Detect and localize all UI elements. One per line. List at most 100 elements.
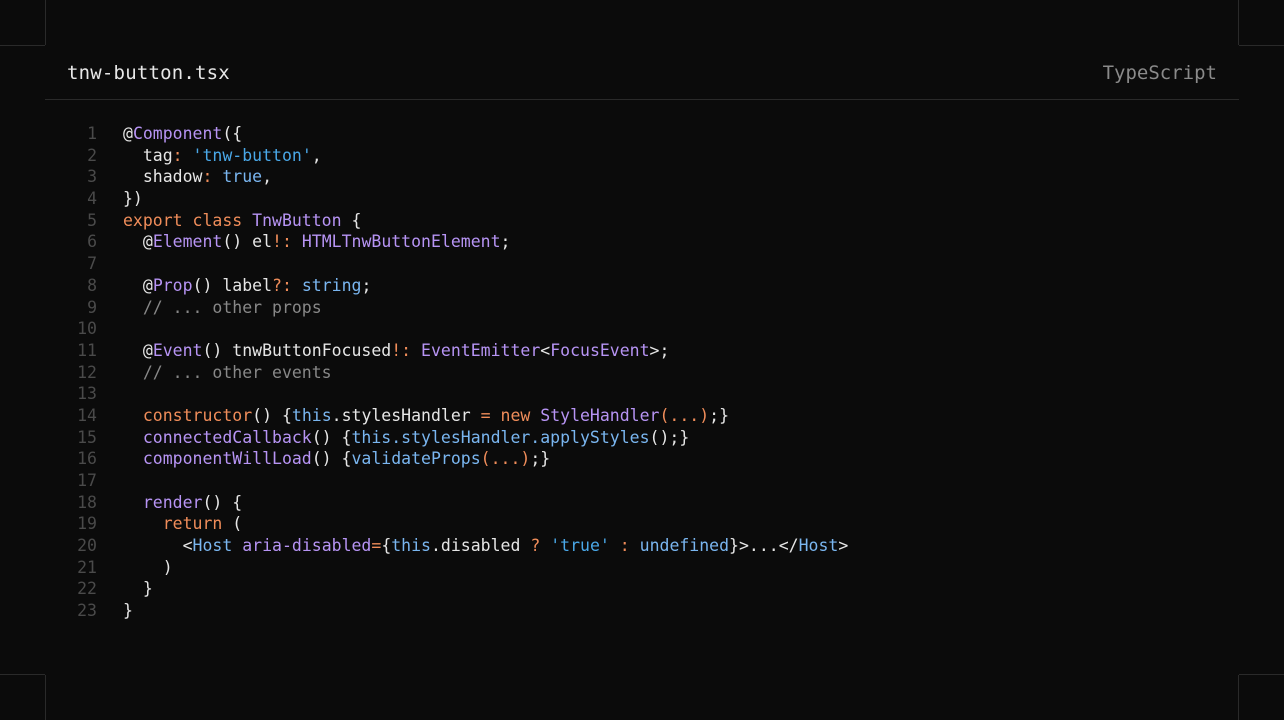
code-line: 18 render() { (45, 492, 1239, 514)
code-token: : (609, 536, 640, 556)
code-token: return (123, 514, 223, 534)
code-token: ( (222, 514, 243, 534)
code-token: componentWillLoad (123, 449, 312, 469)
code-token: Host (192, 536, 233, 556)
code-token: ;} (530, 449, 551, 469)
code-token: : (172, 145, 193, 165)
code-line: 2 tag: 'tnw-button', (45, 145, 1239, 167)
code-line: 14 constructor() {this.stylesHandler = n… (45, 405, 1239, 427)
line-text: } (123, 578, 153, 600)
code-token: ;} (709, 405, 730, 425)
code-line: 19 return ( (45, 513, 1239, 535)
code-token: ();} (649, 427, 690, 447)
code-token: () { (311, 427, 352, 447)
code-token: () { (202, 492, 243, 512)
code-token: // ... other events (123, 362, 332, 382)
line-number: 12 (77, 362, 97, 382)
code-token: , (311, 145, 322, 165)
code-token: tag (123, 145, 173, 165)
code-line: 3 shadow: true, (45, 166, 1239, 188)
line-text: constructor() {this.stylesHandler = new … (123, 405, 729, 427)
line-number: 16 (77, 449, 97, 469)
code-token: Host (798, 536, 839, 556)
line-number: 18 (77, 492, 97, 512)
line-number: 14 (77, 405, 97, 425)
line-number: 6 (87, 232, 97, 252)
line-text: // ... other props (123, 297, 322, 319)
code-token: Prop (152, 275, 193, 295)
code-line: 16 componentWillLoad() {validateProps(..… (45, 448, 1239, 470)
line-number: 5 (87, 210, 97, 230)
line-text: tag: 'tnw-button', (123, 145, 322, 167)
line-number: 23 (77, 601, 97, 621)
code-line: 1 @Component({ (45, 123, 1239, 145)
code-token: export class (123, 210, 253, 230)
code-token: () { (311, 449, 352, 469)
code-token: = new (480, 405, 541, 425)
code-body[interactable]: 1 @Component({2 tag: 'tnw-button', 3 shado… (45, 123, 1239, 622)
code-token: < (123, 536, 193, 556)
line-text: // ... other events (123, 362, 332, 384)
line-number: 19 (77, 514, 97, 534)
code-token: { (341, 210, 362, 230)
line-number: 8 (87, 275, 97, 295)
code-token: }>...</ (729, 536, 799, 556)
line-number: 4 (87, 189, 97, 209)
code-token: @ (123, 275, 153, 295)
code-token: () tnwButtonFocused (202, 340, 392, 360)
code-token: = (371, 536, 382, 556)
line-number: 13 (77, 384, 97, 404)
code-token: this (291, 405, 332, 425)
line-number: 7 (87, 254, 97, 274)
code-token: ({ (222, 124, 243, 143)
line-text: export class TnwButton { (123, 210, 361, 232)
code-token: !: (391, 340, 422, 360)
code-token: this.stylesHandler.applyStyles (351, 427, 650, 447)
code-line: 20 <Host aria-disabled={this.disabled ? … (45, 535, 1239, 557)
line-text: } (123, 600, 133, 622)
code-token: StyleHandler (540, 405, 660, 425)
code-token: () label (192, 275, 273, 295)
code-token: FocusEvent (550, 340, 650, 360)
line-number: 3 (87, 167, 97, 187)
code-token: { (381, 536, 392, 556)
code-token: } (123, 601, 133, 621)
line-number: 20 (77, 536, 97, 556)
line-number: 15 (77, 427, 97, 447)
code-token: // ... other props (123, 297, 322, 317)
code-token: validateProps (351, 449, 481, 469)
code-token: ; (500, 232, 511, 252)
code-token: render (123, 492, 203, 512)
line-text: @Prop() label?: string; (123, 275, 372, 297)
code-token: @ (123, 124, 133, 143)
line-number: 22 (77, 579, 97, 599)
line-text: }) (123, 188, 143, 210)
code-line: 13 (45, 383, 1239, 405)
code-token: (...) (659, 405, 710, 425)
line-text: ) (123, 557, 173, 579)
code-token: ; (361, 275, 372, 295)
code-panel: tnw-button.tsx TypeScript 1 @Component({2… (45, 45, 1239, 675)
line-text: @Event() tnwButtonFocused!: EventEmitter… (123, 340, 670, 362)
code-token: .stylesHandler (331, 405, 481, 425)
code-token: } (123, 579, 153, 599)
code-line: 7 (45, 253, 1239, 275)
line-text: @Component({ (123, 123, 242, 145)
code-token: 'true' (550, 536, 610, 556)
file-name: tnw-button.tsx (67, 62, 230, 84)
code-line: 6 @Element() el!: HTMLTnwButtonElement; (45, 231, 1239, 253)
code-token: Component (132, 124, 223, 143)
line-text: render() { (123, 492, 242, 514)
code-token: shadow (123, 167, 203, 187)
code-line: 12 // ... other events (45, 362, 1239, 384)
code-token: : (202, 167, 223, 187)
line-number: 17 (77, 471, 97, 490)
code-line: 21 ) (45, 557, 1239, 579)
code-line: 10 (45, 318, 1239, 340)
code-line: 17 (45, 470, 1239, 492)
code-token: aria-disabled (232, 536, 372, 556)
line-text: componentWillLoad() {validateProps(...);… (123, 448, 550, 470)
code-panel-header: tnw-button.tsx TypeScript (45, 45, 1239, 100)
code-token: connectedCallback (123, 427, 312, 447)
line-text: return ( (123, 513, 242, 535)
